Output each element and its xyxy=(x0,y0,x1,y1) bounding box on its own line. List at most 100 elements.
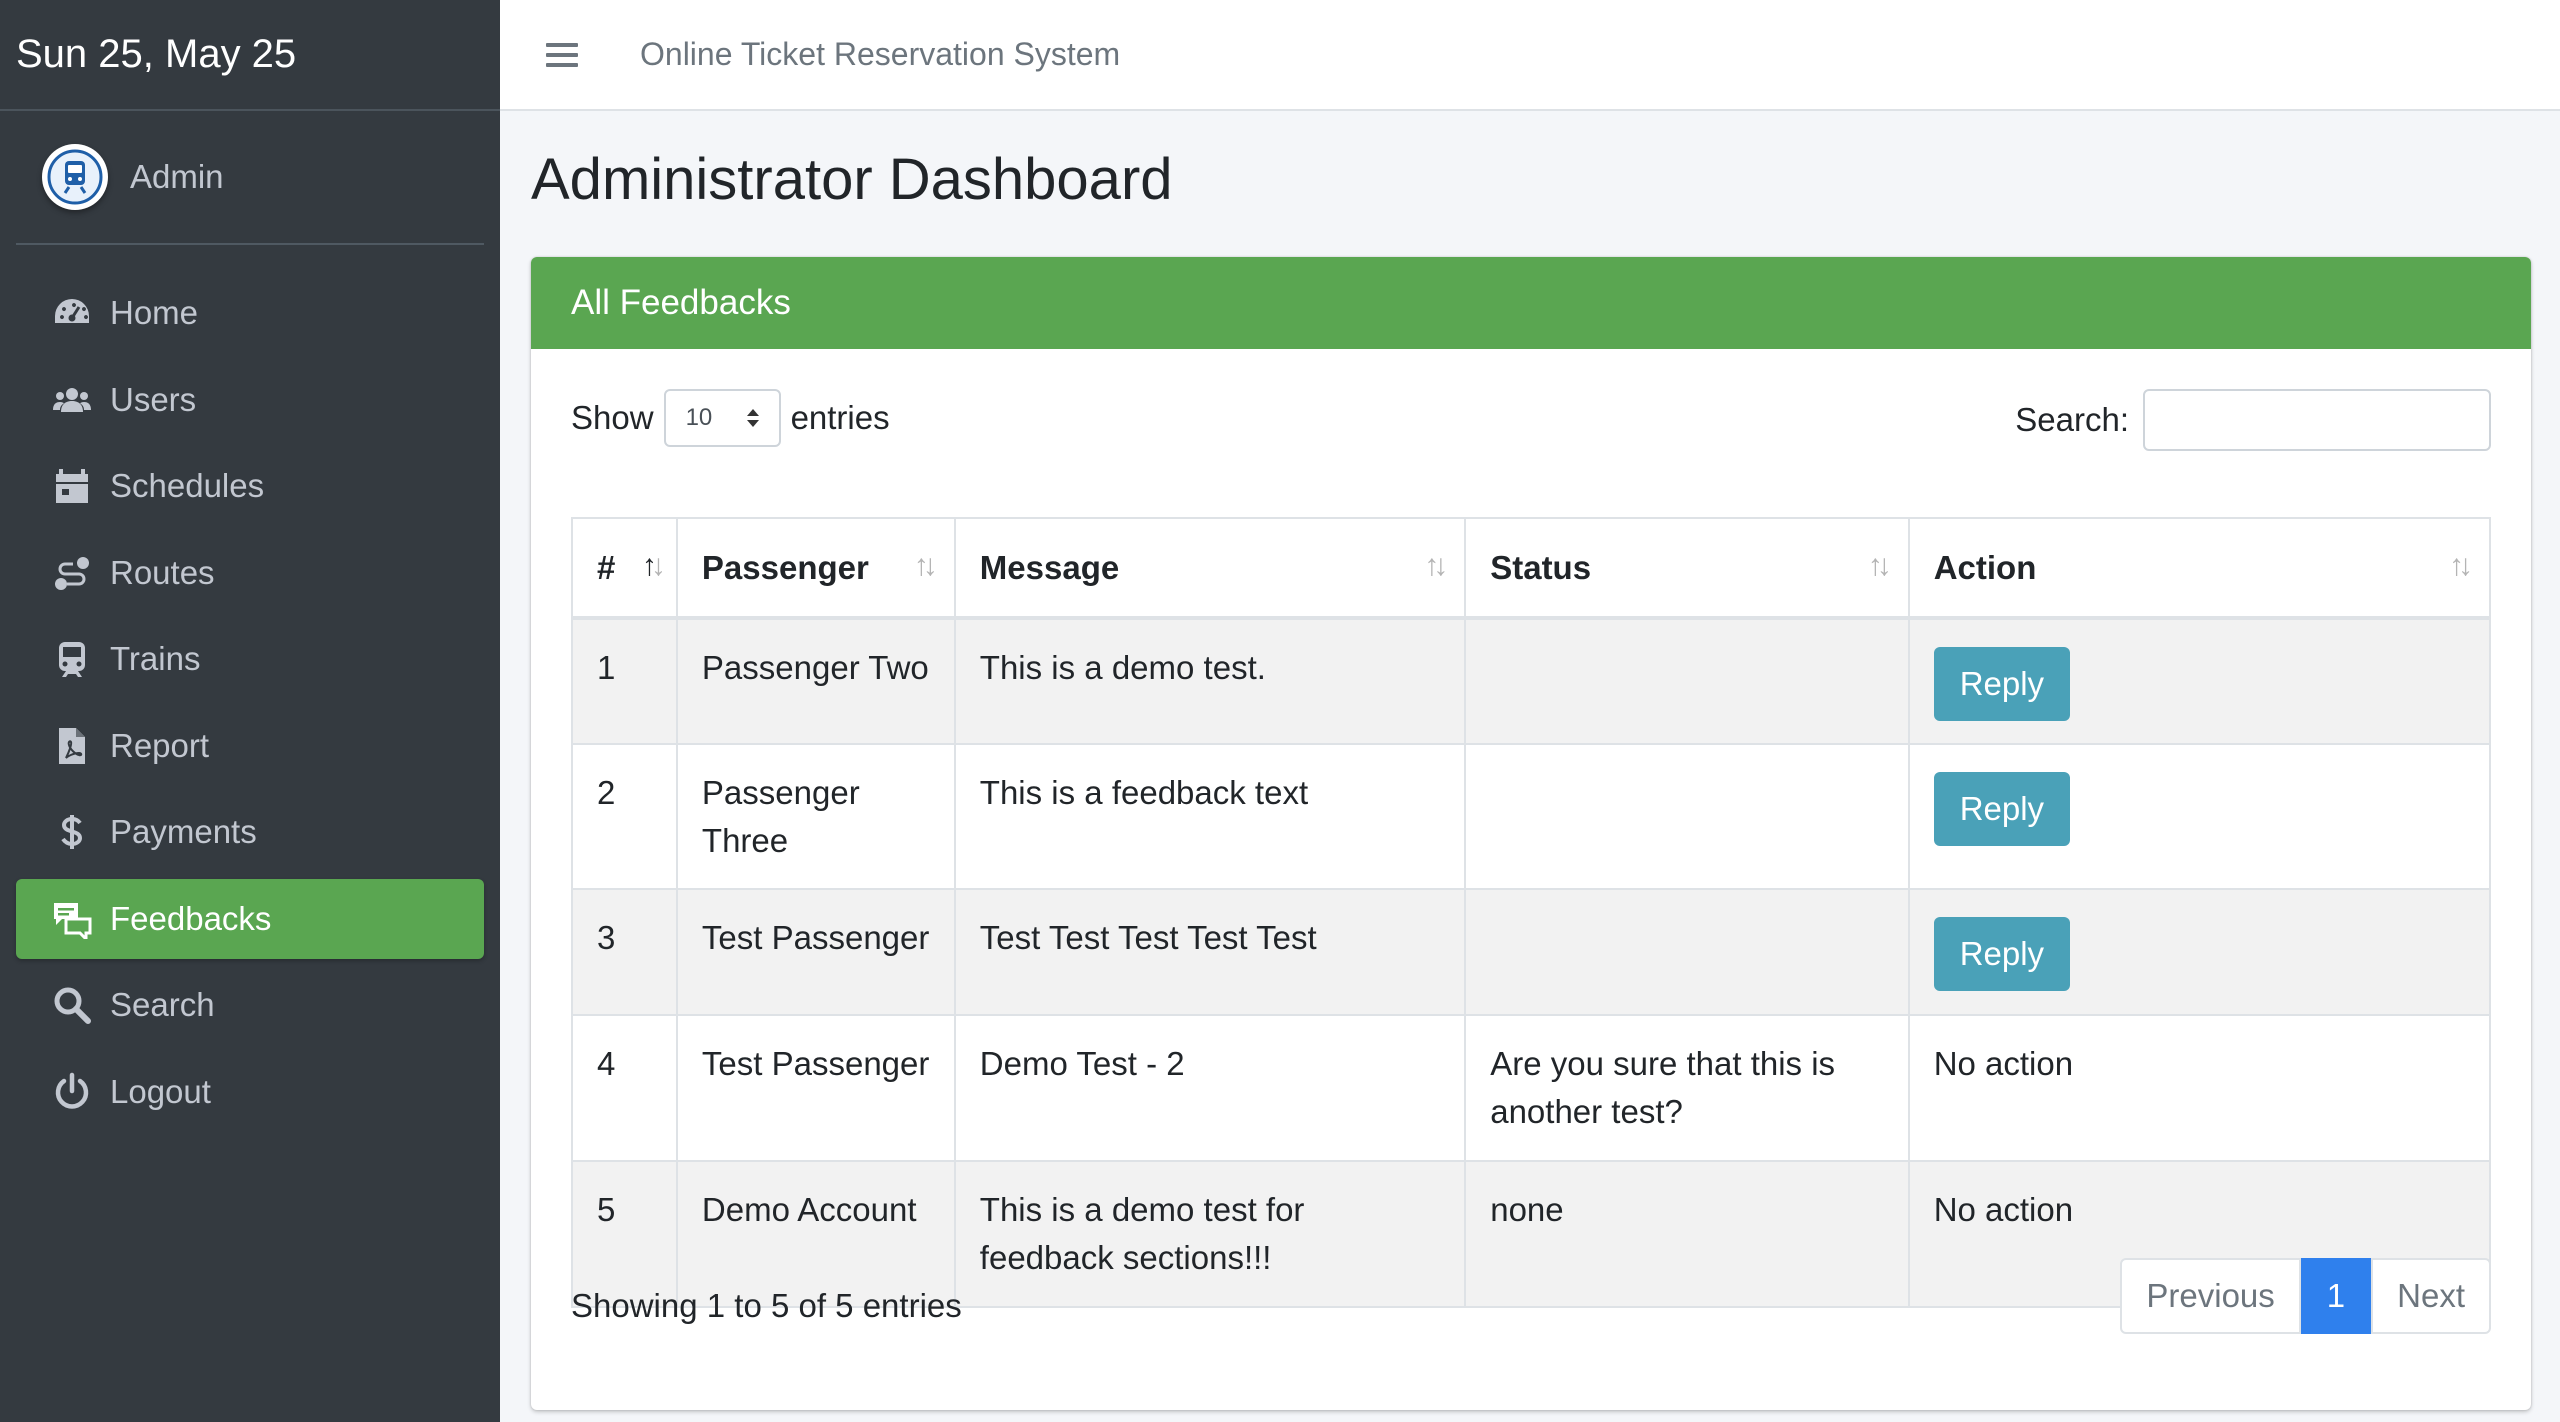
sidebar-item-label: Feedbacks xyxy=(110,899,272,937)
sidebar-item-search[interactable]: Search xyxy=(16,965,484,1045)
table-row: 4 Test Passenger Demo Test - 2 Are you s… xyxy=(571,1014,2492,1162)
page-length-control: Show 10 entries xyxy=(571,389,890,447)
table-info: Showing 1 to 5 of 5 entries xyxy=(571,1287,962,1324)
cell-message: This is a demo test. xyxy=(953,617,1467,745)
column-header-passenger[interactable]: Passenger ↑↓ xyxy=(675,517,956,620)
sidebar-item-logout[interactable]: Logout xyxy=(16,1052,484,1132)
search-label: Search: xyxy=(2015,401,2129,438)
cell-action: No action xyxy=(1907,1014,2492,1162)
sidebar-item-feedbacks[interactable]: Feedbacks xyxy=(16,878,484,959)
column-header-label: Action xyxy=(1933,549,2037,586)
feedbacks-card: All Feedbacks Show 10 entries Search: # … xyxy=(531,257,2531,1410)
cell-message: This is a feedback text xyxy=(953,743,1467,890)
reply-button[interactable]: Reply xyxy=(1933,917,2071,991)
system-title-link[interactable]: Online Ticket Reservation System xyxy=(640,36,1120,73)
sort-ascending-icon: ↑↓ xyxy=(641,549,666,582)
sidebar-item-label: Payments xyxy=(110,813,257,850)
reply-button[interactable]: Reply xyxy=(1933,647,2071,721)
column-header-label: Passenger xyxy=(701,549,869,586)
column-header-message[interactable]: Message ↑↓ xyxy=(953,517,1467,620)
table-controls: Show 10 entries Search: xyxy=(531,349,2531,477)
cell-passenger: Passenger Two xyxy=(675,617,956,745)
main-content: Administrator Dashboard All Feedbacks Sh… xyxy=(531,111,2531,1410)
sidebar-item-label: Users xyxy=(110,380,197,418)
sidebar-item-label: Search xyxy=(110,986,215,1023)
cell-status xyxy=(1464,888,1910,1016)
sidebar-item-report[interactable]: Report xyxy=(16,706,484,786)
top-navbar: Online Ticket Reservation System xyxy=(500,0,2560,111)
column-header-label: Message xyxy=(979,549,1120,586)
feedbacks-table: # ↑↓ Passenger ↑↓ Message ↑↓ Status ↑↓ Actio… xyxy=(571,517,2492,1308)
table-row: 1 Passenger Two This is a demo test. Rep… xyxy=(571,617,2492,745)
menu-toggle-icon[interactable] xyxy=(546,37,578,73)
cell-message: This is a demo test for feedback section… xyxy=(953,1160,1467,1308)
cell-number: 3 xyxy=(571,888,678,1016)
cell-passenger: Passenger Three xyxy=(675,743,956,890)
table-row: 3 Test Passenger Test Test Test Test Tes… xyxy=(571,888,2492,1016)
table-header-row: # ↑↓ Passenger ↑↓ Message ↑↓ Status ↑↓ Actio… xyxy=(571,517,2492,620)
next-page-button[interactable]: Next xyxy=(2371,1258,2491,1334)
cell-message: Demo Test - 2 xyxy=(953,1014,1467,1162)
users-icon xyxy=(52,380,92,420)
dollar-icon xyxy=(52,812,92,852)
cell-status: Are you sure that this is another test? xyxy=(1464,1014,1910,1162)
train-logo-icon xyxy=(47,149,103,205)
sidebar-item-label: Routes xyxy=(110,553,215,591)
reply-button[interactable]: Reply xyxy=(1933,772,2071,846)
sidebar-item-users[interactable]: Users xyxy=(16,360,484,440)
search-icon xyxy=(52,985,92,1025)
sort-icon: ↑↓ xyxy=(913,549,938,582)
sidebar-item-schedules[interactable]: Schedules xyxy=(16,446,484,526)
calendar-icon xyxy=(52,466,92,506)
cell-number: 4 xyxy=(571,1014,678,1162)
dashboard-icon xyxy=(52,293,92,333)
cell-message: Test Test Test Test Test xyxy=(953,888,1467,1016)
sidebar: Sun 25, May 25 Admin Home Users Schedule… xyxy=(0,0,500,1422)
sidebar-item-label: Logout xyxy=(110,1072,211,1110)
sidebar-item-home[interactable]: Home xyxy=(16,273,484,353)
cell-action: Reply xyxy=(1907,888,2492,1016)
power-icon xyxy=(52,1072,92,1112)
brand-date[interactable]: Sun 25, May 25 xyxy=(0,0,500,111)
card-title: All Feedbacks xyxy=(531,257,2531,349)
sidebar-item-label: Report xyxy=(110,726,210,764)
column-header-number[interactable]: # ↑↓ xyxy=(571,517,678,620)
cell-action: Reply xyxy=(1907,743,2492,890)
cell-number: 5 xyxy=(571,1160,678,1308)
sidebar-nav: Home Users Schedules Routes Trains Repor… xyxy=(0,273,500,1132)
user-panel[interactable]: Admin xyxy=(16,111,484,245)
cell-number: 2 xyxy=(571,743,678,890)
page-1-button[interactable]: 1 xyxy=(2300,1258,2372,1334)
table-row: 2 Passenger Three This is a feedback tex… xyxy=(571,743,2492,890)
cell-status xyxy=(1464,743,1910,890)
pagination: Previous 1 Next xyxy=(2120,1258,2491,1334)
page-length-select[interactable]: 10 xyxy=(663,389,781,447)
cell-status: none xyxy=(1464,1160,1910,1308)
sidebar-item-routes[interactable]: Routes xyxy=(16,533,484,613)
cell-action: Reply xyxy=(1907,617,2492,745)
sort-icon: ↑↓ xyxy=(1867,549,1892,582)
sort-icon: ↑↓ xyxy=(2449,549,2473,582)
cell-passenger: Test Passenger xyxy=(675,888,956,1016)
sidebar-item-payments[interactable]: Payments xyxy=(16,792,484,872)
entries-label: entries xyxy=(790,399,890,436)
page-length-value: 10 xyxy=(685,404,713,431)
column-header-status[interactable]: Status ↑↓ xyxy=(1464,517,1910,620)
pdf-file-icon xyxy=(52,726,92,766)
column-header-label: Status xyxy=(1490,549,1592,586)
cell-passenger: Demo Account xyxy=(675,1160,956,1308)
column-header-label: # xyxy=(597,549,616,586)
search-input[interactable] xyxy=(2143,389,2491,451)
sidebar-item-label: Trains xyxy=(110,640,201,677)
feedback-icon xyxy=(52,899,92,939)
page-title: Administrator Dashboard xyxy=(531,147,1173,212)
previous-page-button[interactable]: Previous xyxy=(2120,1258,2301,1334)
cell-number: 1 xyxy=(571,617,678,745)
show-label: Show xyxy=(571,399,654,436)
avatar xyxy=(42,144,108,210)
column-header-action[interactable]: Action ↑↓ xyxy=(1907,517,2492,620)
sidebar-item-label: Home xyxy=(110,294,199,331)
sidebar-item-trains[interactable]: Trains xyxy=(16,619,484,699)
sort-icon: ↑↓ xyxy=(1424,549,1448,582)
search-control: Search: xyxy=(2015,389,2491,451)
